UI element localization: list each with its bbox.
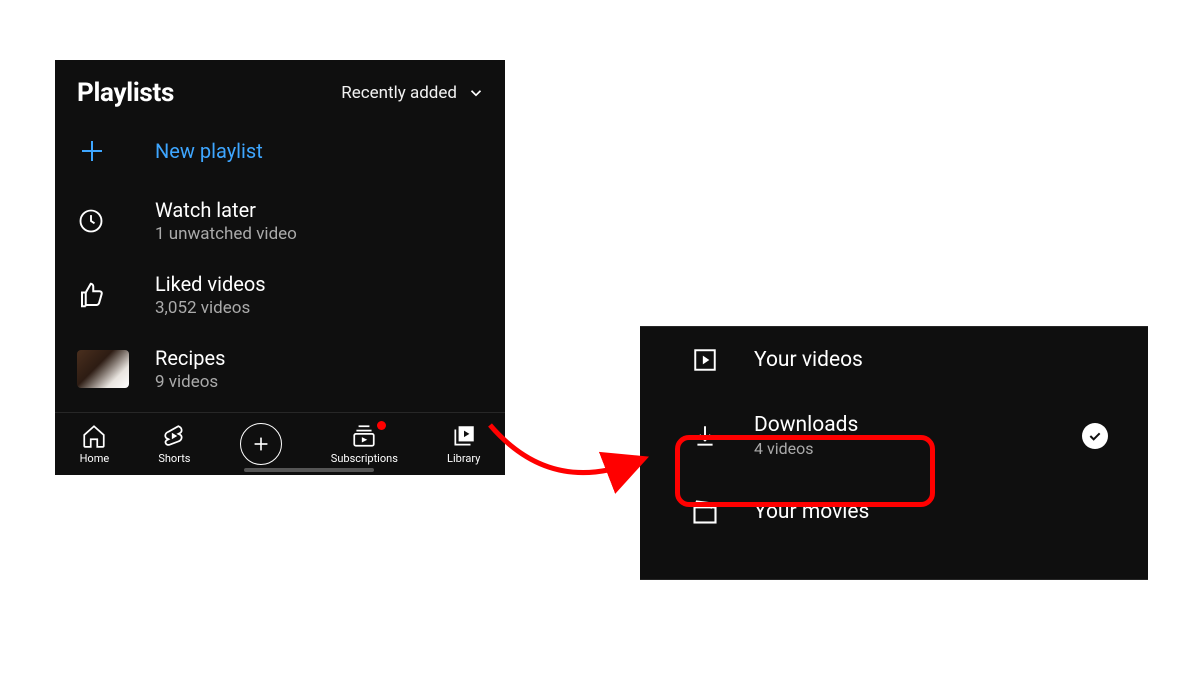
new-playlist-button[interactable]: New playlist (55, 118, 505, 184)
nav-subscriptions[interactable]: Subscriptions (331, 423, 398, 465)
chevron-down-icon (467, 84, 485, 102)
subscriptions-icon (351, 423, 377, 449)
shorts-icon (161, 423, 187, 449)
your-movies-label: Your movies (754, 500, 1118, 524)
nav-shorts[interactable]: Shorts (158, 423, 190, 465)
liked-videos-label: Liked videos (155, 272, 266, 296)
liked-videos-count: 3,052 videos (155, 298, 266, 318)
sort-button[interactable]: Recently added (341, 83, 485, 103)
playlist-item-recipes[interactable]: Recipes 9 videos (55, 332, 505, 398)
new-playlist-label: New playlist (155, 139, 263, 163)
thumbs-up-icon (77, 280, 107, 310)
nav-home-label: Home (80, 452, 110, 465)
plus-icon (77, 136, 107, 166)
download-complete-badge (1082, 423, 1108, 449)
clock-icon (77, 207, 105, 235)
downloads-item[interactable]: Downloads 4 videos (640, 393, 1148, 478)
downloads-label: Downloads (754, 413, 1048, 437)
playlist-count: 9 videos (155, 372, 225, 392)
bottom-nav: Home Shorts Subscriptions Library (55, 412, 505, 475)
playlists-list: New playlist Watch later 1 unwatched vid… (55, 118, 505, 398)
watch-later-label: Watch later (155, 198, 297, 222)
playlists-title: Playlists (77, 78, 174, 108)
home-icon (81, 423, 107, 449)
your-movies-item[interactable]: Your movies (640, 478, 1148, 546)
nav-library-label: Library (447, 452, 480, 465)
sort-label: Recently added (341, 83, 457, 103)
nav-library[interactable]: Library (447, 423, 480, 465)
notification-dot-icon (377, 421, 386, 430)
library-playlists-panel: Playlists Recently added New playlist Wa… (55, 60, 505, 475)
your-videos-label: Your videos (754, 348, 1118, 372)
liked-videos-item[interactable]: Liked videos 3,052 videos (55, 258, 505, 332)
nav-shorts-label: Shorts (158, 452, 190, 465)
nav-home[interactable]: Home (80, 423, 110, 465)
playlist-label: Recipes (155, 346, 225, 370)
your-videos-item[interactable]: Your videos (640, 327, 1148, 393)
play-square-icon (692, 347, 718, 373)
playlist-thumbnail (77, 350, 129, 388)
nav-create-button[interactable] (240, 423, 282, 465)
annotation-arrow (480, 400, 660, 500)
check-icon (1087, 428, 1103, 444)
watch-later-item[interactable]: Watch later 1 unwatched video (55, 184, 505, 258)
clapperboard-icon (691, 498, 719, 526)
plus-icon (250, 433, 272, 455)
library-menu-panel: Your videos Downloads 4 videos Your movi… (640, 326, 1148, 580)
playlists-header: Playlists Recently added (55, 60, 505, 118)
watch-later-count: 1 unwatched video (155, 224, 297, 244)
download-icon (692, 423, 718, 449)
library-icon (451, 423, 477, 449)
nav-subscriptions-label: Subscriptions (331, 452, 398, 465)
downloads-count: 4 videos (754, 439, 1048, 458)
